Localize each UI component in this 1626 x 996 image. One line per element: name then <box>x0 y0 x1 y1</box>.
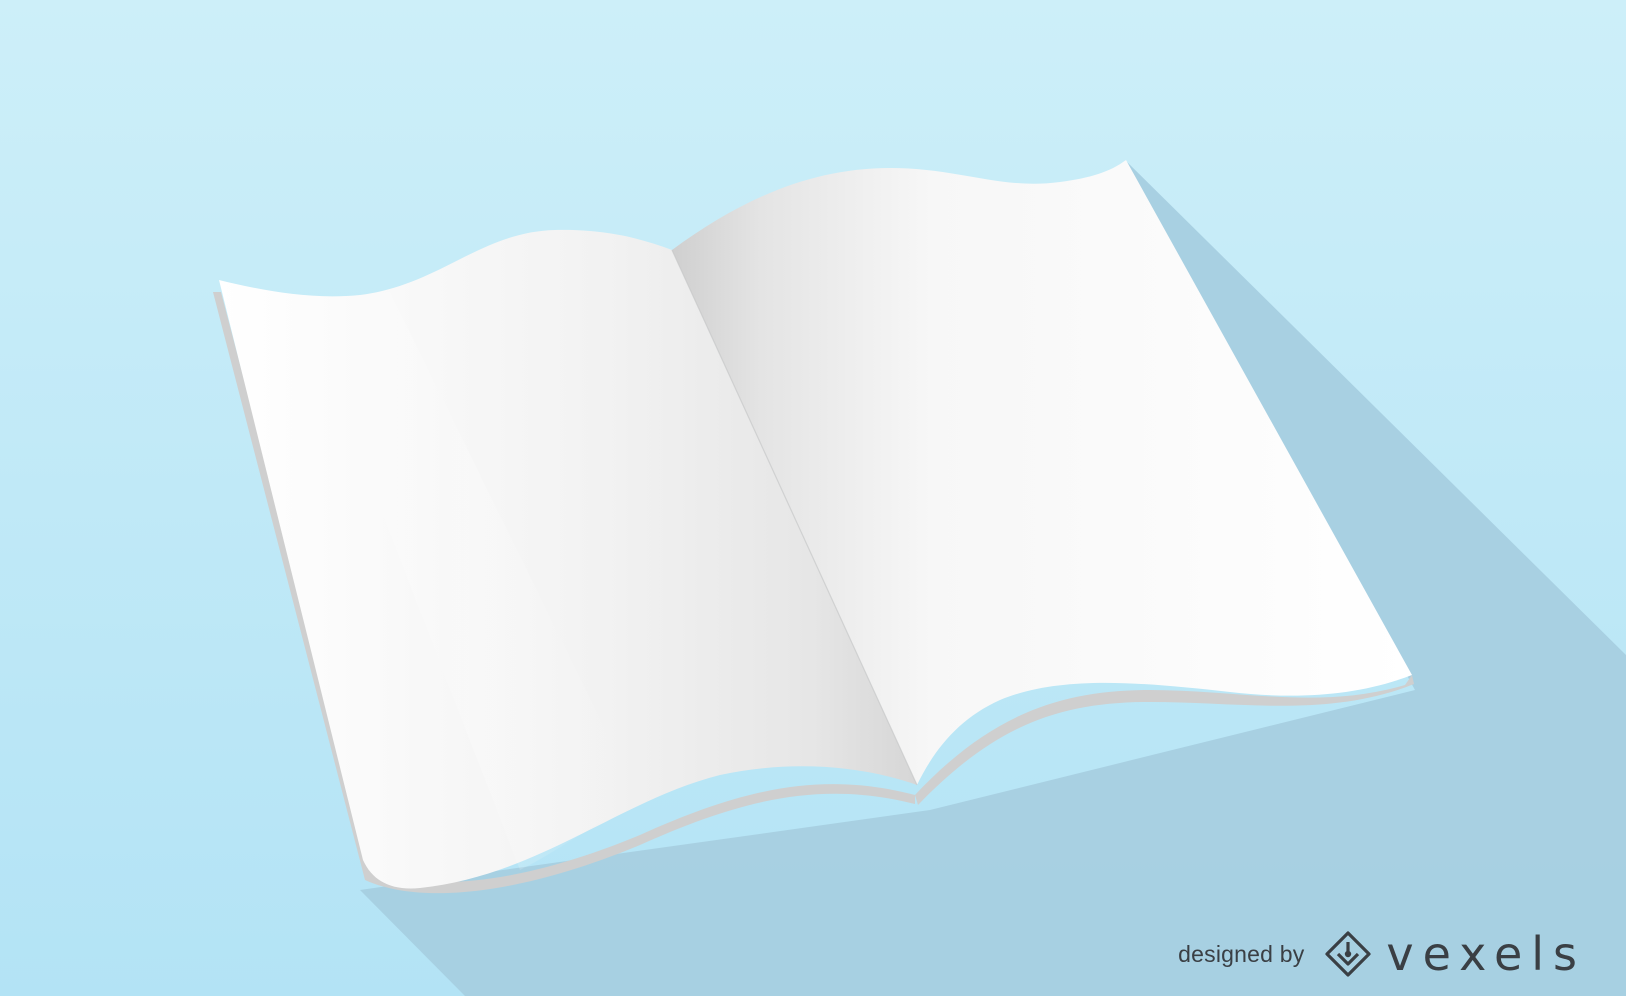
vexels-brand-name: vexels <box>1386 927 1586 981</box>
credit-prefix: designed by <box>1178 940 1305 967</box>
open-book-illustration <box>0 0 1626 996</box>
vexels-diamond-logo-icon <box>1325 931 1372 977</box>
illustration-canvas <box>0 0 1626 996</box>
vexels-credit[interactable]: designed by vexels <box>1178 930 1586 978</box>
